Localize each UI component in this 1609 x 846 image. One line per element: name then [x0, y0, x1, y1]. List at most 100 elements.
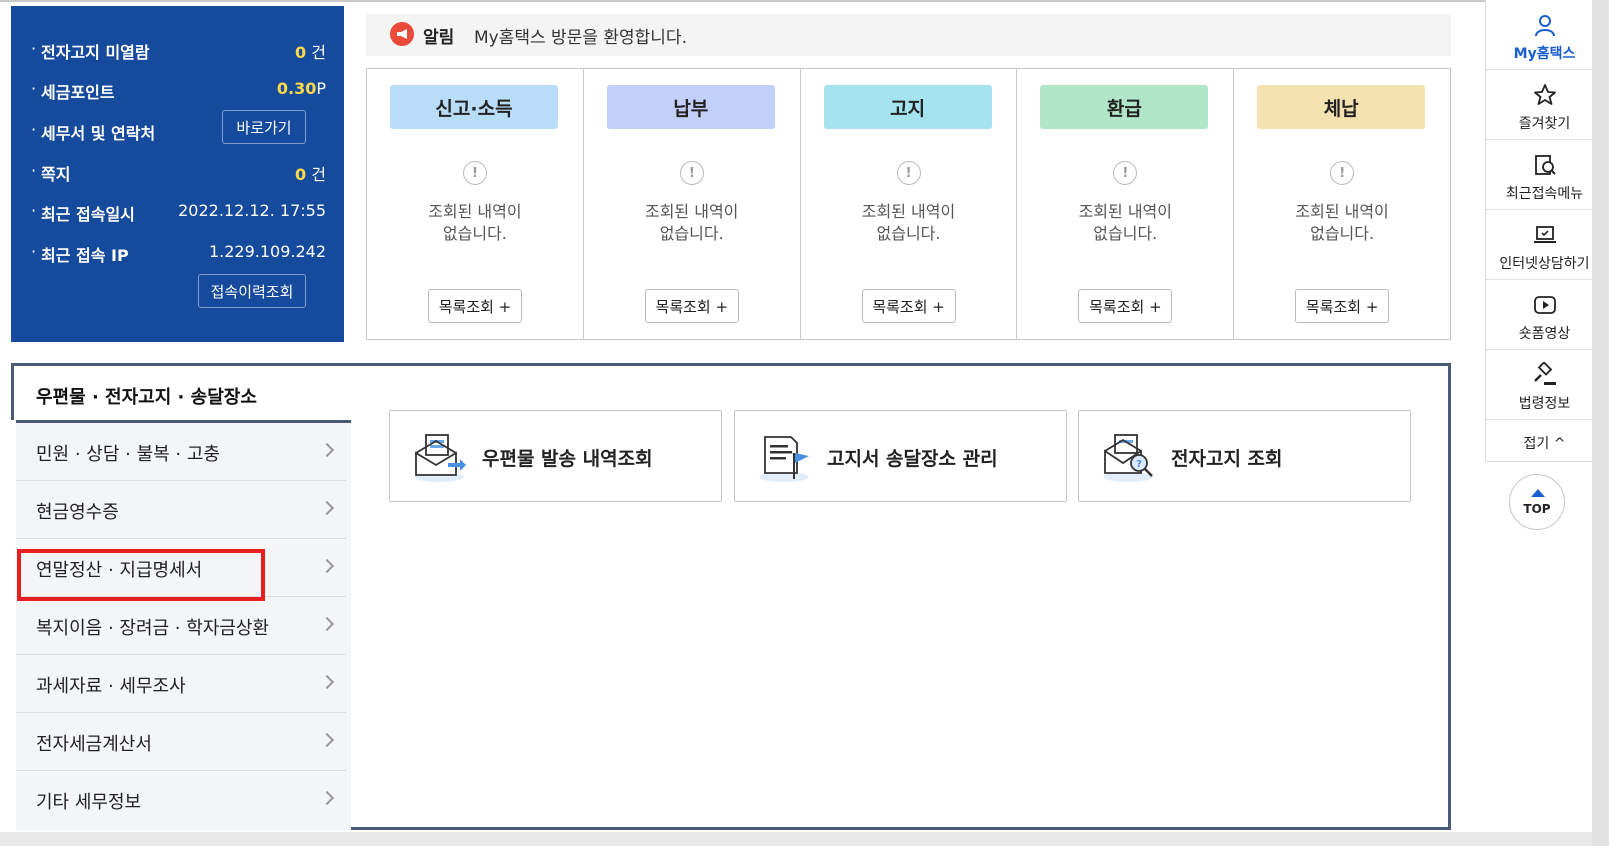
- status-title[interactable]: 신고·소득: [390, 85, 558, 129]
- status-title[interactable]: 고지: [823, 85, 992, 129]
- status-title[interactable]: 납부: [606, 85, 775, 129]
- info-label: 최근 접속 IP: [31, 242, 129, 266]
- vertical-scrollbar[interactable]: [1592, 0, 1609, 846]
- status-cell-notice: 고지 ! 조회된 내역이 없습니다. 목록조회 +: [801, 69, 1018, 339]
- tax-point-row: 세금포인트 0.30P: [31, 76, 326, 102]
- play-icon: [1534, 296, 1556, 314]
- quick-label: 법령정보: [1518, 396, 1571, 412]
- e-notice-inquiry-card[interactable]: ? 전자고지 조회: [1078, 410, 1411, 502]
- scroll-top-button[interactable]: TOP: [1509, 474, 1565, 530]
- menu-item-label: 민원 · 상담 · 불복 · 고충: [36, 444, 220, 465]
- quick-label: 즐겨찾기: [1518, 116, 1571, 132]
- status-cell-arrears: 체납 ! 조회된 내역이 없습니다. 목록조회 +: [1234, 69, 1450, 339]
- menu-item-e-invoice[interactable]: 전자세금계산서: [16, 713, 346, 771]
- status-title[interactable]: 체납: [1257, 85, 1426, 129]
- last-login-row: 최근 접속일시 2022.12.12. 17:55: [31, 198, 326, 224]
- menu-item-other-info[interactable]: 기타 세무정보: [16, 771, 346, 829]
- chevron-right-icon: [319, 674, 335, 690]
- status-cell-refund: 환급 ! 조회된 내역이 없습니다. 목록조회 +: [1017, 69, 1235, 339]
- arrow-up-icon: [1531, 489, 1545, 497]
- mail-list-icon: [414, 434, 466, 482]
- quick-label: 인터넷상담하기: [1499, 256, 1590, 272]
- section-title-tab[interactable]: 우편물 · 전자고지 · 송달장소: [11, 363, 351, 420]
- list-view-button[interactable]: 목록조회 +: [1078, 289, 1173, 323]
- page: 전자고지 미열람 0 건 세금포인트 0.30P 세무서 및 연락처 바로가기 …: [0, 0, 1609, 846]
- svg-text:?: ?: [1136, 459, 1142, 470]
- menu-item-label: 현금영수증: [36, 502, 119, 523]
- last-login-time: 2022.12.12. 17:55: [178, 201, 326, 220]
- list-view-button[interactable]: 목록조회 +: [644, 289, 739, 323]
- section-top-border: [14, 363, 351, 366]
- card-label: 우편물 발송 내역조회: [482, 448, 653, 470]
- chevron-right-icon: [319, 500, 335, 516]
- quick-favorites[interactable]: 즐겨찾기: [1486, 70, 1603, 140]
- notice-label: 알림: [423, 28, 455, 48]
- quick-label: 최근접속메뉴: [1505, 186, 1584, 202]
- unread-notice-row: 전자고지 미열람 0 건: [31, 36, 326, 62]
- quick-short-video[interactable]: 숏폼영상: [1486, 280, 1603, 350]
- quick-my-hometax[interactable]: My홈택스: [1486, 0, 1603, 70]
- megaphone-icon: [390, 22, 414, 46]
- exclamation-icon: !: [896, 161, 921, 185]
- menu-item-label: 과세자료 · 세무조사: [36, 676, 186, 697]
- login-history-button[interactable]: 접속이력조회: [198, 274, 306, 308]
- info-label: 세무서 및 연락처: [31, 120, 155, 144]
- chevron-right-icon: [319, 732, 335, 748]
- empty-message: 조회된 내역이 없습니다.: [428, 202, 522, 243]
- notice-text: My홈택스 방문을 환영합니다.: [474, 28, 687, 48]
- info-label: 전자고지 미열람: [31, 39, 150, 63]
- message-row: 쪽지 0 건: [31, 158, 326, 184]
- chevron-right-icon: [319, 558, 335, 574]
- message-count[interactable]: 0 건: [295, 161, 326, 185]
- menu-item-cash-receipt[interactable]: 현금영수증: [16, 481, 346, 539]
- menu-item-label: 복지이음 · 장려금 · 학자금상환: [36, 618, 270, 639]
- category-menu: 민원 · 상담 · 불복 · 고충 현금영수증 연말정산 · 지급명세서 복지이…: [16, 420, 351, 830]
- chevron-right-icon: [319, 442, 335, 458]
- list-view-button[interactable]: 목록조회 +: [428, 289, 522, 323]
- quick-law-info[interactable]: 법령정보: [1486, 350, 1603, 420]
- menu-item-complaint[interactable]: 민원 · 상담 · 불복 · 고충: [16, 423, 346, 481]
- quick-label: My홈택스: [1513, 46, 1576, 62]
- status-cell-report: 신고·소득 ! 조회된 내역이 없습니다. 목록조회 +: [367, 69, 584, 339]
- exclamation-icon: !: [1113, 161, 1138, 185]
- exclamation-icon: !: [1330, 161, 1355, 185]
- empty-message: 조회된 내역이 없습니다.: [644, 202, 739, 243]
- menu-item-label: 전자세금계산서: [36, 734, 152, 755]
- user-icon: [1535, 15, 1555, 37]
- unread-notice-count[interactable]: 0 건: [295, 39, 326, 63]
- tax-point-value[interactable]: 0.30P: [277, 79, 326, 98]
- status-title[interactable]: 환급: [1040, 85, 1209, 129]
- document-flag-icon: [759, 436, 809, 482]
- quick-online-consult[interactable]: 인터넷상담하기: [1486, 210, 1603, 280]
- card-label: 고지서 송달장소 관리: [827, 448, 998, 470]
- top-label: TOP: [1523, 502, 1551, 516]
- card-label: 전자고지 조회: [1171, 448, 1283, 470]
- info-label: 쪽지: [31, 161, 71, 185]
- info-label: 최근 접속일시: [31, 201, 135, 225]
- section-title: 우편물 · 전자고지 · 송달장소: [36, 387, 257, 408]
- gavel-icon: [1534, 362, 1556, 385]
- menu-item-label: 기타 세무정보: [36, 792, 142, 813]
- mail-history-card[interactable]: 우편물 발송 내역조회: [389, 410, 722, 502]
- quick-label: 숏폼영상: [1518, 326, 1571, 342]
- delivery-address-card[interactable]: 고지서 송달장소 관리: [734, 410, 1067, 502]
- menu-item-tax-data[interactable]: 과세자료 · 세무조사: [16, 655, 346, 713]
- status-summary-grid: 신고·소득 ! 조회된 내역이 없습니다. 목록조회 + 납부 ! 조회된 내역이…: [366, 68, 1451, 340]
- star-icon: [1534, 84, 1556, 105]
- list-view-button[interactable]: 목록조회 +: [861, 289, 956, 323]
- menu-item-welfare[interactable]: 복지이음 · 장려금 · 학자금상환: [16, 597, 346, 655]
- fold-button[interactable]: 접기 ^: [1486, 426, 1603, 462]
- quick-recent-menu[interactable]: 최근접속메뉴: [1486, 140, 1603, 210]
- last-ip-row: 최근 접속 IP 1.229.109.242: [31, 239, 326, 265]
- quick-menu-bar: My홈택스 즐겨찾기 최근접속메뉴 인터넷상담하기 숏폼영상 법령정보 접기 ^: [1485, 0, 1603, 462]
- info-label: 세금포인트: [31, 79, 115, 103]
- status-cell-payment: 납부 ! 조회된 내역이 없습니다. 목록조회 +: [584, 69, 801, 339]
- go-tax-office-button[interactable]: 바로가기: [222, 110, 306, 144]
- exclamation-icon: !: [463, 161, 487, 185]
- user-info-panel: 전자고지 미열람 0 건 세금포인트 0.30P 세무서 및 연락처 바로가기 …: [11, 6, 344, 342]
- notice-bar: 알림 My홈택스 방문을 환영합니다.: [366, 14, 1451, 56]
- list-view-button[interactable]: 목록조회 +: [1295, 289, 1390, 323]
- mail-search-icon: ?: [1103, 434, 1153, 482]
- laptop-chat-icon: [1534, 226, 1556, 243]
- recent-menu-icon: [1535, 155, 1556, 175]
